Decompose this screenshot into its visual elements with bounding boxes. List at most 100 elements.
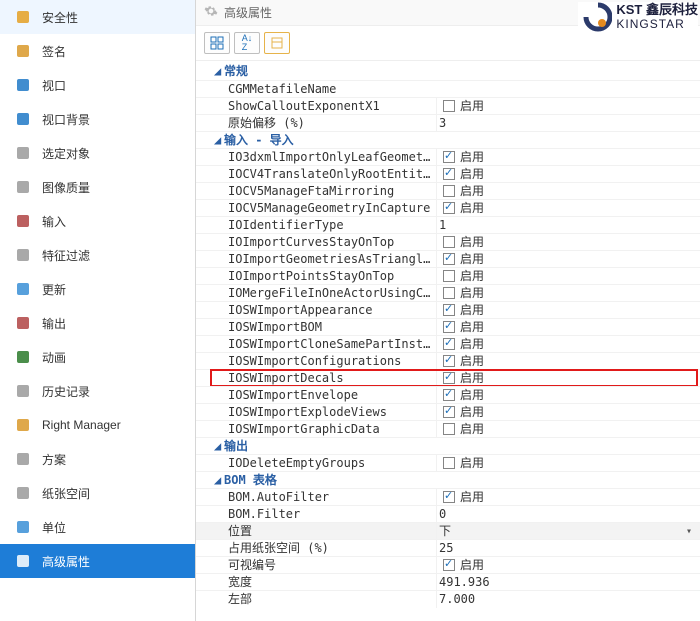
property-value[interactable]: 启用 [436, 233, 700, 251]
enable-checkbox[interactable] [443, 202, 455, 214]
brand-cn: 鑫辰科技 [646, 2, 698, 17]
property-pages-button[interactable] [264, 32, 290, 54]
enable-checkbox[interactable] [443, 151, 455, 163]
property-value[interactable]: 启用 [436, 284, 700, 302]
sidebar-item-16[interactable]: 高级属性 [0, 544, 195, 578]
group-header[interactable]: ◢BOM 表格 [196, 471, 700, 488]
property-value[interactable]: 启用 [436, 488, 700, 506]
sidebar-item-1[interactable]: 签名 [0, 34, 195, 68]
sidebar-item-0[interactable]: 安全性 [0, 0, 195, 34]
property-row: 左部7.000 [196, 590, 700, 607]
property-value[interactable]: 3 [436, 115, 700, 132]
refresh-icon [14, 280, 32, 298]
sidebar-item-4[interactable]: 选定对象 [0, 136, 195, 170]
property-value[interactable]: 启用 [436, 182, 700, 200]
property-grid: ◢常规CGMMetafileNameShowCalloutExponentX1启… [196, 61, 700, 621]
property-label: IO3dxmlImportOnlyLeafGeometries [196, 149, 436, 166]
sidebar-item-10[interactable]: 动画 [0, 340, 195, 374]
enable-checkbox[interactable] [443, 491, 455, 503]
property-label: 宽度 [196, 574, 436, 591]
property-value[interactable]: 启用 [436, 386, 700, 404]
sidebar-item-13[interactable]: 方案 [0, 442, 195, 476]
property-row: IOSWImportCloneSamePartInstances启用 [196, 335, 700, 352]
property-value[interactable]: 启用 [436, 556, 700, 574]
property-value[interactable]: 启用 [436, 318, 700, 336]
property-value[interactable]: 1 [436, 217, 700, 234]
sidebar-item-11[interactable]: 历史记录 [0, 374, 195, 408]
property-value[interactable]: 启用 [436, 165, 700, 183]
sidebar-item-2[interactable]: 视口 [0, 68, 195, 102]
enable-checkbox[interactable] [443, 389, 455, 401]
enable-checkbox[interactable] [443, 321, 455, 333]
property-value[interactable]: 启用 [436, 352, 700, 370]
sidebar-item-label: 单位 [42, 519, 66, 536]
enable-checkbox[interactable] [443, 457, 455, 469]
brand-logo: KST 鑫辰科技 KINGSTAR [578, 2, 698, 32]
text-value: 1 [439, 217, 446, 234]
sidebar-item-8[interactable]: 更新 [0, 272, 195, 306]
enable-checkbox[interactable] [443, 287, 455, 299]
categorize-button[interactable] [204, 32, 230, 54]
sidebar-item-label: 输入 [42, 213, 66, 230]
sidebar-item-label: 图像质量 [42, 179, 90, 196]
enable-checkbox[interactable] [443, 559, 455, 571]
group-header[interactable]: ◢输入 - 导入 [196, 131, 700, 148]
text-value: 3 [439, 115, 446, 132]
property-value[interactable]: 25 [436, 540, 700, 557]
signature-icon [14, 42, 32, 60]
chevron-down-icon[interactable]: ▾ [684, 523, 694, 540]
property-value[interactable]: 启用 [436, 335, 700, 353]
enable-label: 启用 [460, 200, 484, 217]
property-value[interactable]: 491.936 [436, 574, 700, 591]
property-label: IOCV5ManageGeometryInCapture [196, 200, 436, 217]
property-value[interactable]: 下▾ [436, 523, 700, 540]
plus-icon [14, 144, 32, 162]
property-value[interactable]: 0 [436, 506, 700, 523]
property-row: 宽度491.936 [196, 573, 700, 590]
property-row: IOCV4TranslateOnlyRootEntities启用 [196, 165, 700, 182]
sidebar-item-12[interactable]: Right Manager [0, 408, 195, 442]
group-header[interactable]: ◢输出 [196, 437, 700, 454]
property-value[interactable]: 启用 [436, 199, 700, 217]
property-row: 占用纸张空间 (%)25 [196, 539, 700, 556]
quality-icon [14, 178, 32, 196]
enable-checkbox[interactable] [443, 355, 455, 367]
enable-checkbox[interactable] [443, 372, 455, 384]
enable-checkbox[interactable] [443, 168, 455, 180]
property-value[interactable]: 7.000 [436, 591, 700, 608]
property-value[interactable]: 启用 [436, 267, 700, 285]
sidebar-item-5[interactable]: 图像质量 [0, 170, 195, 204]
gear-icon [14, 552, 32, 570]
sidebar-item-9[interactable]: 输出 [0, 306, 195, 340]
property-row: 位置下▾ [196, 522, 700, 539]
enable-checkbox[interactable] [443, 270, 455, 282]
enable-checkbox[interactable] [443, 406, 455, 418]
property-value[interactable]: 启用 [436, 97, 700, 115]
sort-az-button[interactable]: A↓Z [234, 32, 260, 54]
sidebar-item-14[interactable]: 纸张空间 [0, 476, 195, 510]
property-value[interactable]: 启用 [436, 250, 700, 268]
property-row: IO3dxmlImportOnlyLeafGeometries启用 [196, 148, 700, 165]
property-value[interactable]: 启用 [436, 403, 700, 421]
enable-checkbox[interactable] [443, 253, 455, 265]
property-value[interactable]: 启用 [436, 369, 700, 387]
text-value: 491.936 [439, 574, 490, 591]
property-value[interactable]: 启用 [436, 420, 700, 438]
property-value[interactable]: 启用 [436, 301, 700, 319]
enable-checkbox[interactable] [443, 304, 455, 316]
sidebar-item-6[interactable]: 输入 [0, 204, 195, 238]
property-label: IOCV4TranslateOnlyRootEntities [196, 166, 436, 183]
enable-checkbox[interactable] [443, 338, 455, 350]
enable-checkbox[interactable] [443, 185, 455, 197]
enable-checkbox[interactable] [443, 100, 455, 112]
enable-checkbox[interactable] [443, 236, 455, 248]
property-value[interactable]: 启用 [436, 454, 700, 472]
property-value[interactable]: 启用 [436, 148, 700, 166]
group-header[interactable]: ◢常规 [196, 63, 700, 80]
sidebar-item-15[interactable]: 单位 [0, 510, 195, 544]
enable-label: 启用 [460, 404, 484, 421]
enable-checkbox[interactable] [443, 423, 455, 435]
sidebar-item-3[interactable]: 视口背景 [0, 102, 195, 136]
text-value: 0 [439, 506, 446, 523]
sidebar-item-7[interactable]: 特征过滤 [0, 238, 195, 272]
